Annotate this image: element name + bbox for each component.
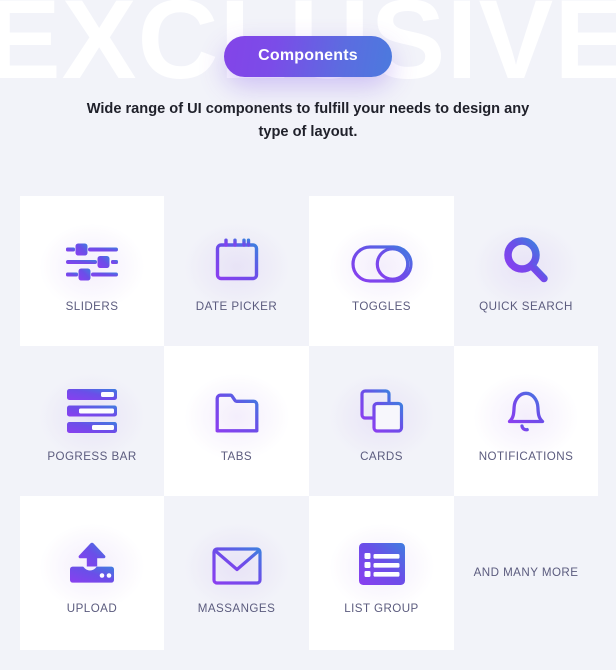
- grid-cell-notifications[interactable]: NOTIFICATIONS: [454, 346, 598, 496]
- grid-cell-label: AND MANY MORE: [473, 566, 579, 580]
- grid-cell-massanges[interactable]: MASSANGES: [164, 496, 309, 650]
- folder-icon: [215, 377, 259, 433]
- grid-cell-label: UPLOAD: [66, 602, 118, 616]
- grid-cell-pogress-bar[interactable]: POGRESS BAR: [20, 346, 164, 496]
- grid-cell-tabs[interactable]: TABS: [164, 346, 309, 496]
- list-group-icon: [358, 529, 405, 586]
- envelope-icon: [211, 529, 262, 585]
- grid-cell-quick-search[interactable]: QUICK SEARCH: [454, 196, 598, 346]
- cards-icon: [359, 377, 404, 433]
- grid-cell-sliders[interactable]: SLIDERS: [20, 196, 164, 346]
- badge-container: Components: [0, 36, 616, 77]
- bell-icon: [504, 377, 548, 433]
- calendar-icon: [214, 227, 259, 283]
- upload-icon: [68, 529, 116, 585]
- components-grid: SLIDERS DATE PICKER TOGGLES QUICK SEARCH POG…: [20, 196, 598, 650]
- progress-bar-icon: [67, 377, 117, 434]
- grid-cell-label: DATE PICKER: [195, 300, 278, 314]
- grid-cell-label: TOGGLES: [352, 300, 411, 314]
- components-badge[interactable]: Components: [224, 36, 392, 77]
- grid-cell-label: NOTIFICATIONS: [478, 450, 574, 464]
- grid-cell-label: SLIDERS: [65, 300, 119, 314]
- hero-section: EXCLUSIVE Components Wide range of UI co…: [0, 0, 616, 175]
- grid-cell-list-group[interactable]: LIST GROUP: [309, 496, 454, 650]
- grid-cell-label: CARDS: [360, 450, 403, 464]
- sliders-icon: [66, 227, 118, 283]
- grid-cell-and-many-more[interactable]: AND MANY MORE: [454, 496, 598, 650]
- grid-cell-label: TABS: [220, 450, 253, 464]
- grid-cell-upload[interactable]: UPLOAD: [20, 496, 164, 650]
- grid-cell-cards[interactable]: CARDS: [309, 346, 454, 496]
- grid-cell-toggles[interactable]: TOGGLES: [309, 196, 454, 346]
- toggle-icon: [350, 227, 413, 283]
- search-icon: [504, 227, 548, 283]
- grid-cell-label: MASSANGES: [197, 602, 276, 616]
- grid-cell-label: LIST GROUP: [344, 602, 419, 616]
- grid-cell-label: POGRESS BAR: [47, 450, 137, 464]
- hero-subtitle: Wide range of UI components to fulfill y…: [86, 101, 530, 140]
- grid-cell-label: QUICK SEARCH: [479, 300, 573, 314]
- grid-cell-date-picker[interactable]: DATE PICKER: [164, 196, 309, 346]
